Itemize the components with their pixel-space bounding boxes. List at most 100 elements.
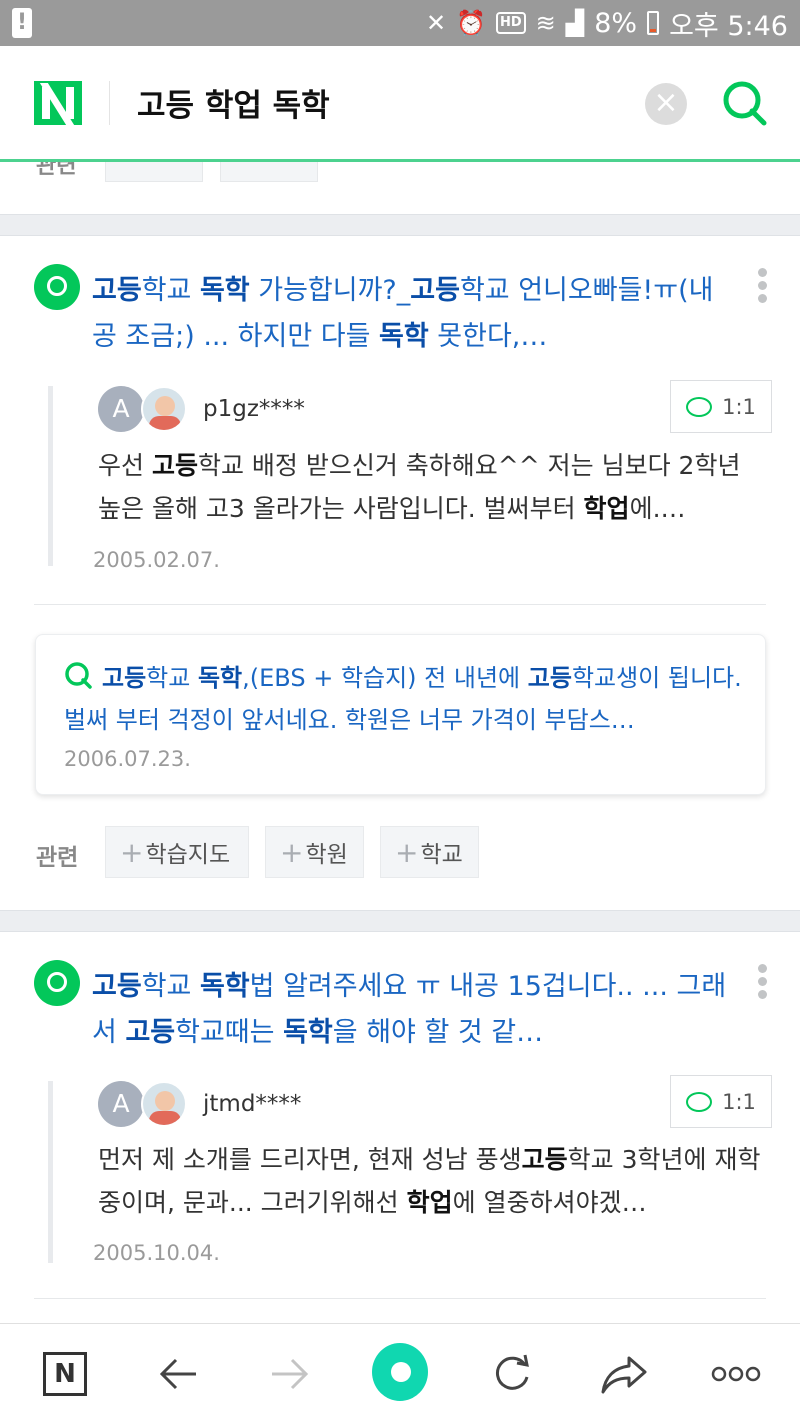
- reload-button[interactable]: [484, 1346, 540, 1402]
- text-segment: ,(EBS + 학습지) 전 내년에: [242, 664, 528, 692]
- text-segment: 못한다,…: [428, 321, 548, 352]
- answer-date: 2005.10.04.: [93, 1241, 220, 1265]
- keyword-highlight: 독학: [199, 275, 250, 306]
- more-vertical-icon[interactable]: [756, 268, 768, 308]
- chat-label: 1:1: [722, 1089, 756, 1114]
- keyword-highlight: 고등: [92, 971, 142, 1002]
- avatar-character: [141, 386, 187, 432]
- clear-search-button[interactable]: ×: [645, 83, 687, 125]
- naver-home-button[interactable]: N: [37, 1346, 93, 1402]
- search-icon: [723, 81, 767, 126]
- answer-text: 우선 고등학교 배정 받으신거 축하해요^^ 저는 님보다 2학년 높은 올해 …: [98, 444, 768, 530]
- more-vertical-icon[interactable]: [756, 964, 768, 1004]
- text-segment: 학교: [141, 275, 200, 306]
- menu-button[interactable]: [706, 1346, 766, 1402]
- keyword-highlight: 고등: [92, 275, 142, 306]
- home-button[interactable]: [372, 1343, 428, 1401]
- question-badge-icon: [34, 960, 80, 1006]
- search-query[interactable]: 고등 학업 독학: [137, 80, 330, 125]
- battery-icon: [647, 11, 660, 35]
- section-gap: [0, 214, 800, 236]
- result-title[interactable]: 고등학교 독학 가능합니까?_고등학교 언니오빠들!ㅠ(내공 조금;) ... …: [92, 268, 732, 360]
- plus-icon: +: [395, 835, 419, 869]
- keyword-highlight: 학업: [406, 1188, 453, 1217]
- arrow-right-icon: [272, 1358, 309, 1390]
- keyword-highlight: 독학: [197, 664, 243, 692]
- related-label: 관련: [36, 845, 79, 871]
- result-title[interactable]: 고등학교 독학법 알려주세요 ㅠ 내공 15겁니다.. ... 그래서 고등학교…: [92, 964, 732, 1056]
- section-gap: [0, 910, 800, 932]
- answer-user: p1gz****: [203, 396, 305, 422]
- chat-button[interactable]: 1:1: [670, 380, 772, 433]
- keyword-highlight: 고등: [151, 451, 198, 480]
- naver-n-icon: N: [43, 1352, 87, 1396]
- text-segment: 학교때는: [175, 1017, 284, 1048]
- related-tag[interactable]: + 학교: [380, 826, 479, 878]
- forward-button[interactable]: [262, 1346, 318, 1402]
- avatar: A: [98, 386, 144, 432]
- answer-block[interactable]: A jtmd**** 1:1 먼저 제 소개를 드리자면, 현재 성남 풍생고등…: [48, 1075, 772, 1263]
- share-icon: [601, 1356, 647, 1394]
- related-tags-row: 관련 + 학습지도 + 학원 + 학교: [0, 826, 800, 878]
- alarm-icon: ⏰: [456, 9, 486, 37]
- related-question-date: 2006.07.23.: [64, 747, 191, 771]
- keyword-highlight: 고등: [125, 1017, 176, 1048]
- result-card: 고등학교 독학 가능합니까?_고등학교 언니오빠들!ㅠ(내공 조금;) ... …: [0, 236, 800, 910]
- search-header: 고등 학업 독학 ×: [0, 46, 800, 162]
- plus-icon: +: [280, 835, 304, 869]
- battery-percent: 8%: [594, 7, 638, 39]
- home-circle-icon: [372, 1343, 428, 1401]
- text-segment: 에 열중하셔야겠…: [452, 1188, 647, 1217]
- keyword-highlight: 독학: [283, 1017, 333, 1048]
- back-button[interactable]: [150, 1346, 206, 1402]
- answer-date: 2005.02.07.: [93, 548, 220, 572]
- related-tag[interactable]: + 학습지도: [105, 826, 249, 878]
- keyword-highlight: 학업: [583, 494, 630, 523]
- text-segment: 학교: [146, 664, 198, 692]
- answer-text: 먼저 제 소개를 드리자면, 현재 성남 풍생고등학교 3학년에 재학중이며, …: [98, 1138, 768, 1224]
- keyword-highlight: 고등: [410, 275, 460, 306]
- clock: 오후 5:46: [669, 10, 788, 42]
- related-tag-label: 학습지도: [145, 842, 231, 868]
- text-segment: 을 해야 할 것 같…: [332, 1017, 544, 1048]
- related-question-text: 고등학교 독학,(EBS + 학습지) 전 내년에 고등학교생이 됩니다. 벌써…: [64, 657, 754, 741]
- wifi-icon: ≋: [535, 9, 556, 37]
- keyword-highlight: 독학: [379, 321, 429, 352]
- avatar-character: [141, 1081, 187, 1127]
- text-segment: 에.…: [629, 494, 686, 523]
- answer-block[interactable]: A p1gz**** 1:1 우선 고등학교 배정 받으신거 축하해요^^ 저는…: [48, 380, 772, 566]
- previous-tag[interactable]: [220, 162, 318, 182]
- related-tag[interactable]: + 학원: [265, 826, 364, 878]
- chat-bubble-icon: [686, 396, 713, 417]
- chat-bubble-icon: [686, 1091, 713, 1112]
- previous-tag[interactable]: [105, 162, 203, 182]
- more-horizontal-icon: [711, 1366, 761, 1382]
- related-tag-label: 학교: [420, 842, 463, 868]
- status-bar: ! ✕ ⏰ HD ≋ ▟ 8% 오후 5:46: [0, 0, 800, 46]
- naver-logo[interactable]: [34, 80, 82, 125]
- header-divider: [109, 80, 110, 125]
- keyword-highlight: 고등: [527, 664, 572, 692]
- previous-related-label: 관련: [36, 162, 77, 179]
- previous-related-row: 관련: [0, 162, 800, 214]
- reload-icon: [495, 1354, 529, 1390]
- text-segment: 우선: [98, 451, 152, 480]
- keyword-highlight: 독학: [199, 971, 250, 1002]
- hd-badge: HD: [496, 12, 526, 34]
- divider: [34, 1298, 766, 1299]
- alert-icon: !: [12, 8, 32, 38]
- question-badge-icon: [34, 264, 80, 310]
- plus-icon: +: [120, 835, 144, 869]
- close-icon: ×: [653, 85, 679, 120]
- arrow-left-icon: [159, 1358, 196, 1390]
- share-button[interactable]: [596, 1346, 652, 1402]
- mute-icon: ✕: [426, 9, 447, 37]
- result-card: 고등학교 독학법 알려주세요 ㅠ 내공 15겁니다.. ... 그래서 고등학교…: [0, 932, 800, 1322]
- search-button[interactable]: [722, 78, 768, 128]
- divider: [34, 604, 766, 605]
- bottom-navigation: N: [0, 1323, 800, 1422]
- chat-button[interactable]: 1:1: [670, 1075, 772, 1128]
- related-question-card[interactable]: 고등학교 독학,(EBS + 학습지) 전 내년에 고등학교생이 됩니다. 벌써…: [35, 634, 766, 795]
- signal-icon: ▟: [565, 9, 585, 37]
- keyword-highlight: 고등: [102, 664, 147, 692]
